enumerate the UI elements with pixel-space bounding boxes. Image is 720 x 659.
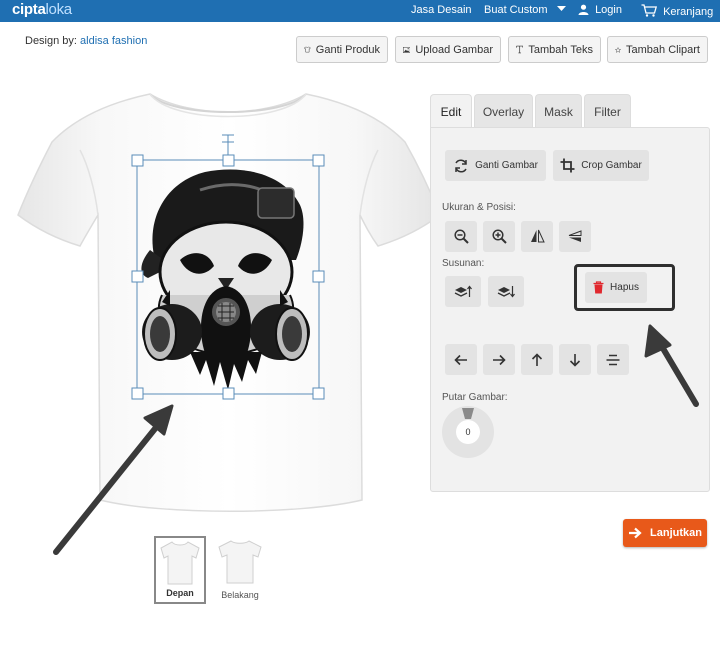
tab-overlay[interactable]: Overlay: [474, 94, 533, 128]
view-front-thumbnail[interactable]: Depan: [154, 536, 206, 604]
add-text-label: Tambah Teks: [528, 43, 593, 56]
rotate-label: Putar Gambar:: [442, 392, 508, 403]
refresh-icon: [455, 158, 467, 173]
arrow-right-icon: [493, 354, 506, 365]
bring-forward-button[interactable]: [445, 276, 481, 307]
star-icon: [615, 46, 622, 53]
design-by: Design by: aldisa fashion: [25, 35, 147, 47]
nav-keranjang[interactable]: Keranjang: [641, 4, 713, 18]
change-product-button[interactable]: Ganti Produk: [296, 36, 388, 63]
logo-text-b: loka: [45, 1, 73, 18]
move-left-button[interactable]: [445, 344, 477, 375]
designer-link[interactable]: aldisa fashion: [80, 35, 147, 47]
tshirt-front-thumb-icon: [160, 541, 200, 585]
image-icon: [403, 46, 411, 53]
view-front-label: Depan: [166, 588, 194, 598]
top-navbar: ciptaloka Jasa Desain Buat Custom Login …: [0, 0, 720, 22]
zoom-in-icon: [491, 229, 507, 244]
layer-down-icon: [497, 286, 515, 298]
tab-filter[interactable]: Filter: [584, 94, 631, 128]
flip-horizontal-icon: [530, 229, 545, 243]
skull-gasmask-graphic[interactable]: [141, 169, 310, 390]
crop-image-button[interactable]: Crop Gambar: [553, 150, 649, 181]
size-position-label: Ukuran & Posisi:: [442, 202, 516, 213]
send-backward-button[interactable]: [488, 276, 524, 307]
arrow-right-circle-icon: [629, 527, 642, 539]
flip-vertical-icon: [568, 230, 581, 242]
view-back-label: Belakang: [221, 590, 259, 600]
zoom-out-button[interactable]: [445, 221, 477, 252]
nav-buat-custom-label: Buat Custom: [484, 4, 548, 16]
continue-label: Lanjutkan: [650, 527, 702, 539]
add-text-button[interactable]: Tambah Teks: [508, 36, 601, 63]
rotate-value: 0: [456, 420, 480, 444]
tshirt-icon: [304, 46, 311, 53]
tshirt-back-thumb-icon: [218, 540, 262, 584]
arrange-label: Susunan:: [442, 258, 485, 269]
flip-vertical-button[interactable]: [559, 221, 591, 252]
caret-down-icon: [556, 6, 566, 11]
text-icon: [516, 45, 524, 54]
layer-up-icon: [454, 285, 472, 297]
zoom-in-button[interactable]: [483, 221, 515, 252]
continue-button[interactable]: Lanjutkan: [623, 519, 707, 547]
view-back-thumbnail[interactable]: Belakang: [214, 536, 266, 604]
nav-jasa-desain[interactable]: Jasa Desain: [411, 4, 472, 16]
add-clipart-button[interactable]: Tambah Clipart: [607, 36, 708, 63]
logo-text-a: cipta: [12, 1, 46, 18]
upload-image-button[interactable]: Upload Gambar: [395, 36, 501, 63]
crop-image-label: Crop Gambar: [581, 160, 642, 171]
rotate-dial[interactable]: 0: [442, 406, 494, 458]
arrow-down-icon: [569, 353, 581, 367]
upload-image-label: Upload Gambar: [415, 43, 493, 56]
move-right-button[interactable]: [483, 344, 515, 375]
nav-login[interactable]: Login: [578, 4, 622, 16]
arrow-up-icon: [531, 352, 543, 366]
arrow-left-icon: [454, 354, 467, 365]
change-image-label: Ganti Gambar: [475, 160, 538, 171]
center-align-button[interactable]: [597, 344, 629, 375]
flip-horizontal-button[interactable]: [521, 221, 553, 252]
delete-highlight-box: [574, 264, 675, 311]
cart-icon: [641, 4, 658, 17]
nav-login-label: Login: [595, 4, 622, 16]
nav-keranjang-label: Keranjang: [663, 6, 714, 18]
add-clipart-label: Tambah Clipart: [626, 43, 700, 56]
change-image-button[interactable]: Ganti Gambar: [445, 150, 546, 181]
site-logo[interactable]: ciptaloka: [12, 1, 72, 18]
move-up-button[interactable]: [521, 344, 553, 375]
move-down-button[interactable]: [559, 344, 591, 375]
zoom-out-icon: [453, 229, 469, 244]
user-icon: [578, 4, 589, 15]
design-by-prefix: Design by:: [25, 35, 77, 47]
design-canvas[interactable]: [0, 90, 440, 520]
align-center-icon: [606, 354, 620, 365]
tab-mask[interactable]: Mask: [535, 94, 582, 128]
tab-edit[interactable]: Edit: [430, 94, 472, 129]
change-product-label: Ganti Produk: [315, 43, 380, 56]
crop-icon: [560, 158, 575, 173]
nav-buat-custom[interactable]: Buat Custom: [484, 4, 566, 16]
